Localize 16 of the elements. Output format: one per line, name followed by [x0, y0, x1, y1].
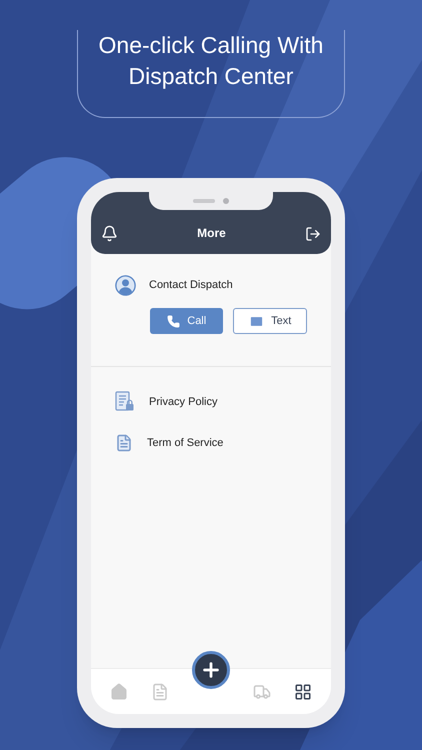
user-icon — [115, 275, 136, 296]
header-title: More — [197, 225, 226, 242]
text-button[interactable]: Text — [233, 308, 307, 334]
add-button[interactable] — [192, 650, 230, 688]
headline: One-click Calling With Dispatch Center — [98, 31, 324, 91]
notification-icon[interactable] — [101, 225, 118, 242]
contact-label: Contact Dispatch — [149, 278, 233, 294]
logout-icon[interactable] — [304, 226, 321, 242]
speaker-grille — [193, 199, 215, 203]
phone-icon — [167, 314, 180, 328]
document-icon — [115, 434, 133, 452]
locked-document-icon — [115, 391, 135, 413]
menu-link[interactable]: Term of Service — [115, 434, 307, 452]
grid-icon[interactable] — [294, 682, 312, 700]
call-button[interactable]: Call — [150, 308, 224, 334]
menu-link[interactable]: Privacy Policy — [115, 391, 307, 413]
